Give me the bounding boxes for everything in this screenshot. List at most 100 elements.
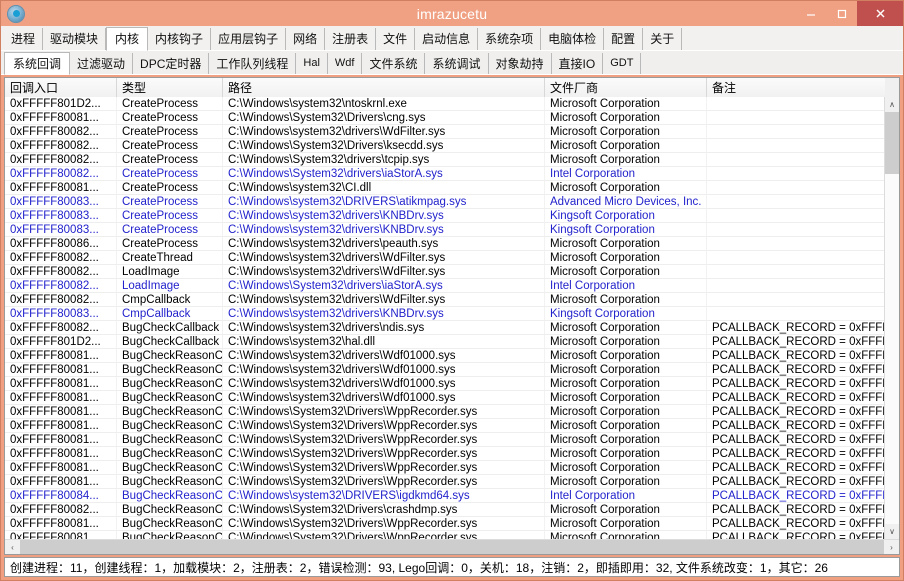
horizontal-scroll-track[interactable] <box>20 540 884 554</box>
column-header-entry[interactable]: 回调入口 <box>5 78 117 97</box>
table-row[interactable]: 0xFFFFF801D2... BugCheckCallback C:\Window… <box>5 335 884 349</box>
header-spacer <box>885 78 899 97</box>
cell-path: C:\Windows\System32\Drivers\WppRecorder.… <box>223 405 545 418</box>
table-row[interactable]: 0xFFFFF80082... CreateProcess C:\Windows\S… <box>5 139 884 153</box>
table-row[interactable]: 0xFFFFF80081... BugCheckReasonC... C:\Wind… <box>5 419 884 433</box>
table-row[interactable]: 0xFFFFF80081... BugCheckReasonC... C:\Wind… <box>5 517 884 531</box>
table-row[interactable]: 0xFFFFF80081... BugCheckReasonC... C:\Wind… <box>5 349 884 363</box>
cell-entry: 0xFFFFF80086... <box>5 237 117 250</box>
tab-primary-9[interactable]: 系统杂项 <box>478 28 542 50</box>
scroll-down-icon[interactable]: ∨ <box>885 524 899 539</box>
cell-type: BugCheckReasonC... <box>117 503 223 516</box>
cell-vendor: Microsoft Corporation <box>545 125 707 138</box>
tab-primary-2[interactable]: 内核 <box>106 27 149 51</box>
cell-vendor: Microsoft Corporation <box>545 335 707 348</box>
tab-primary-10[interactable]: 电脑体检 <box>541 28 605 50</box>
table-row[interactable]: 0xFFFFF80081... BugCheckReasonC... C:\Wind… <box>5 377 884 391</box>
tab-primary-6[interactable]: 注册表 <box>325 28 377 50</box>
table-row[interactable]: 0xFFFFF80081... BugCheckReasonC... C:\Wind… <box>5 531 884 539</box>
tab-secondary-4[interactable]: Hal <box>296 53 328 74</box>
table-row[interactable]: 0xFFFFF80082... CreateThread C:\Windows\sy… <box>5 251 884 265</box>
tab-secondary-6[interactable]: 文件系统 <box>362 53 426 74</box>
table-row[interactable]: 0xFFFFF80083... CreateProcess C:\Windows\s… <box>5 223 884 237</box>
tab-secondary-0[interactable]: 系统回调 <box>4 52 71 75</box>
table-row[interactable]: 0xFFFFF80081... CreateProcess C:\Windows\s… <box>5 181 884 195</box>
tab-primary-3[interactable]: 内核钩子 <box>148 28 212 50</box>
tab-primary-12[interactable]: 关于 <box>643 28 683 50</box>
vertical-scrollbar[interactable]: ∧ ∨ <box>884 97 899 539</box>
cell-entry: 0xFFFFF80081... <box>5 475 117 488</box>
close-icon[interactable] <box>857 1 903 26</box>
cell-entry: 0xFFFFF80082... <box>5 265 117 278</box>
cell-entry: 0xFFFFF801D2... <box>5 335 117 348</box>
tab-primary-1[interactable]: 驱动模块 <box>43 28 107 50</box>
cell-vendor: Kingsoft Corporation <box>545 307 707 320</box>
vertical-scroll-thumb[interactable] <box>885 112 899 174</box>
table-row[interactable]: 0xFFFFF80083... CreateProcess C:\Windows\s… <box>5 209 884 223</box>
column-header-remark[interactable]: 备注 <box>707 78 885 97</box>
column-header-path[interactable]: 路径 <box>223 78 545 97</box>
table-row[interactable]: 0xFFFFF80083... CreateProcess C:\Windows\s… <box>5 195 884 209</box>
tab-secondary-8[interactable]: 对象劫持 <box>489 53 552 74</box>
table-row[interactable]: 0xFFFFF80081... BugCheckReasonC... C:\Wind… <box>5 405 884 419</box>
cell-entry: 0xFFFFF80081... <box>5 419 117 432</box>
cell-path: C:\Windows\system32\CI.dll <box>223 181 545 194</box>
tab-secondary-2[interactable]: DPC定时器 <box>133 53 210 74</box>
tab-primary-7[interactable]: 文件 <box>376 28 416 50</box>
cell-path: C:\Windows\system32\DRIVERS\igdkmd64.sys <box>223 489 545 502</box>
table-row[interactable]: 0xFFFFF80082... CreateProcess C:\Windows\S… <box>5 167 884 181</box>
tab-secondary-9[interactable]: 直接IO <box>552 53 604 74</box>
scroll-up-icon[interactable]: ∧ <box>885 97 899 112</box>
table-row[interactable]: 0xFFFFF80081... BugCheckReasonC... C:\Wind… <box>5 447 884 461</box>
table-row[interactable]: 0xFFFFF80082... CreateProcess C:\Windows\s… <box>5 125 884 139</box>
cell-entry: 0xFFFFF80081... <box>5 531 117 539</box>
tab-primary-11[interactable]: 配置 <box>604 28 644 50</box>
table-row[interactable]: 0xFFFFF80081... BugCheckReasonC... C:\Wind… <box>5 461 884 475</box>
cell-remark <box>707 293 884 306</box>
cell-path: C:\Windows\system32\drivers\Wdf01000.sys <box>223 377 545 390</box>
table-row[interactable]: 0xFFFFF80081... BugCheckReasonC... C:\Wind… <box>5 391 884 405</box>
table-row[interactable]: 0xFFFFF801D2... CreateProcess C:\Windows\s… <box>5 97 884 111</box>
tab-secondary-1[interactable]: 过滤驱动 <box>70 53 134 74</box>
tab-primary-5[interactable]: 网络 <box>286 28 326 50</box>
tab-secondary-5[interactable]: Wdf <box>328 53 363 74</box>
status-bar-text: 创建进程：11，创建线程：1，加载模块：2，注册表：2，错误检测：93, Leg… <box>10 560 828 575</box>
table-row[interactable]: 0xFFFFF80082... BugCheckReasonC... C:\Wind… <box>5 503 884 517</box>
scroll-left-icon[interactable]: ‹ <box>5 540 20 554</box>
table-row[interactable]: 0xFFFFF80082... CmpCallback C:\Windows\sys… <box>5 293 884 307</box>
cell-remark: PCALLBACK_RECORD = 0xFFFFE. <box>712 476 884 488</box>
tab-primary-8[interactable]: 启动信息 <box>415 28 479 50</box>
tab-secondary-7[interactable]: 系统调试 <box>425 53 489 74</box>
table-row[interactable]: 0xFFFFF80084... BugCheckReasonC... C:\Wind… <box>5 489 884 503</box>
minimize-icon[interactable] <box>795 1 826 26</box>
application-window: imrazucetu 进程 驱动模块 内核 内核钩子 应用层钩子 网络 注册表 文件 启动信息系… <box>0 0 904 581</box>
vertical-scroll-track[interactable] <box>885 112 899 524</box>
table-row[interactable]: 0xFFFFF80081... BugCheckReasonC... C:\Wind… <box>5 433 884 447</box>
table-row[interactable]: 0xFFFFF80081... CreateProcess C:\Windows\S… <box>5 111 884 125</box>
column-header-type[interactable]: 类型 <box>117 78 223 97</box>
table-row[interactable]: 0xFFFFF80083... CmpCallback C:\Windows\sys… <box>5 307 884 321</box>
table-row[interactable]: 0xFFFFF80082... LoadImage C:\Windows\syste… <box>5 265 884 279</box>
table-row[interactable]: 0xFFFFF80081... BugCheckReasonC... C:\Wind… <box>5 475 884 489</box>
table-row[interactable]: 0xFFFFF80081... BugCheckReasonC... C:\Wind… <box>5 363 884 377</box>
cell-vendor: Microsoft Corporation <box>545 447 707 460</box>
table-row[interactable]: 0xFFFFF80082... BugCheckCallback C:\Window… <box>5 321 884 335</box>
table-row[interactable]: 0xFFFFF80082... CreateProcess C:\Windows\S… <box>5 153 884 167</box>
horizontal-scroll-thumb[interactable] <box>20 540 884 554</box>
cell-entry: 0xFFFFF80083... <box>5 209 117 222</box>
horizontal-scrollbar[interactable]: ‹ › <box>5 539 899 554</box>
tab-primary-0[interactable]: 进程 <box>4 28 44 50</box>
cell-vendor: Microsoft Corporation <box>545 181 707 194</box>
cell-remark: PCALLBACK_RECORD = 0xFFFFE. <box>712 364 884 376</box>
column-header-vendor[interactable]: 文件厂商 <box>545 78 707 97</box>
scroll-right-icon[interactable]: › <box>884 540 899 554</box>
table-row[interactable]: 0xFFFFF80082... LoadImage C:\Windows\Syste… <box>5 279 884 293</box>
maximize-icon[interactable] <box>826 1 857 26</box>
cell-entry: 0xFFFFF80082... <box>5 503 117 516</box>
table-row[interactable]: 0xFFFFF80086... CreateProcess C:\Windows\s… <box>5 237 884 251</box>
cell-path: C:\Windows\system32\drivers\Wdf01000.sys <box>223 349 545 362</box>
tab-secondary-3[interactable]: 工作队列线程 <box>209 53 297 74</box>
tab-secondary-10[interactable]: GDT <box>603 53 642 74</box>
tab-primary-4[interactable]: 应用层钩子 <box>211 28 287 50</box>
cell-path: C:\Windows\System32\Drivers\WppRecorder.… <box>223 531 545 539</box>
